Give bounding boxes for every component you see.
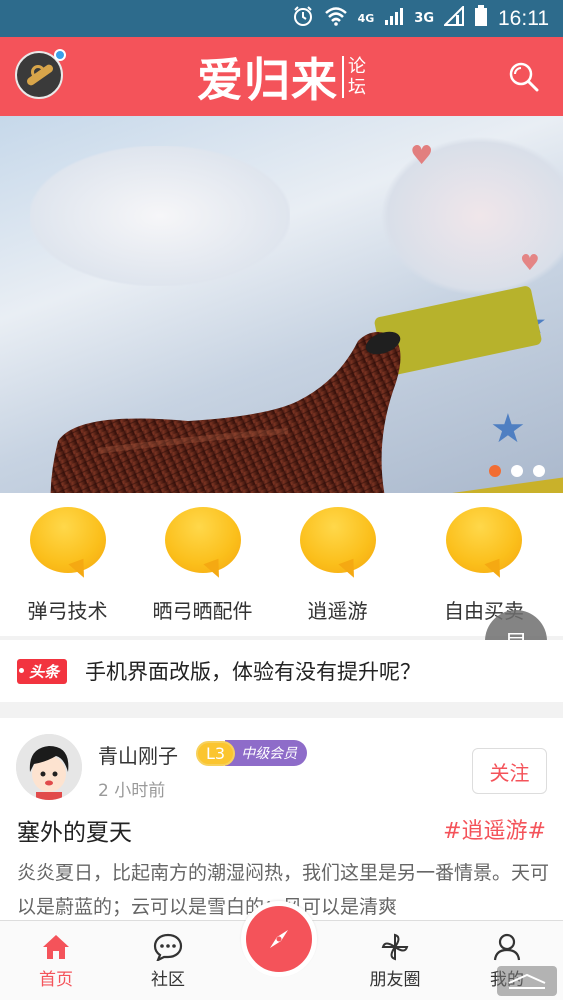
category-label: 弹弓技术 [27, 599, 108, 623]
brand-subtitle: 论 坛 [342, 55, 366, 98]
star-pattern: ★ [490, 406, 526, 452]
search-icon[interactable] [509, 62, 539, 92]
level-label: L3 [196, 740, 236, 766]
home-icon [43, 935, 69, 959]
signal-bars-icon [384, 6, 404, 31]
nav-label: 朋友圈 [369, 970, 421, 990]
pinwheel-icon [381, 933, 409, 961]
category-grid: 弹弓技术 晒弓晒配件 逍遥游 自由买卖 [0, 493, 563, 636]
chat-bubble-icon [29, 507, 107, 585]
nav-community[interactable]: 社区 [112, 921, 224, 1000]
chat-icon [153, 933, 183, 961]
nav-friends[interactable]: 朋友圈 [339, 921, 451, 1000]
follow-button[interactable]: 关注 [472, 748, 547, 794]
notification-dot [54, 49, 66, 61]
level-badge: L3 中级会员 [196, 740, 308, 766]
category-item-travel[interactable]: 逍遥游 [270, 493, 405, 636]
avatar[interactable] [16, 734, 82, 800]
3g-signal-icon: 3G [414, 11, 434, 26]
post-card[interactable]: 青山刚子 L3 中级会员 2 小时前 关注 塞外的夏天 #逍遥游# 炎炎夏日，比… [0, 718, 563, 928]
bottom-nav: 首页 社区 朋友圈 我的 [0, 901, 563, 1000]
chat-bubble-icon [299, 507, 377, 585]
battery-icon [474, 5, 488, 32]
category-label: 逍遥游 [307, 599, 368, 623]
carousel-dot-3[interactable] [533, 465, 545, 477]
post-title[interactable]: 塞外的夏天 [17, 813, 132, 847]
post-time: 2 小时前 [98, 781, 166, 801]
nav-label: 社区 [151, 970, 185, 990]
alarm-icon [292, 5, 314, 32]
category-label: 晒弓晒配件 [152, 599, 253, 623]
nav-label: 首页 [39, 970, 73, 990]
post-username[interactable]: 青山刚子 [98, 740, 178, 769]
chevron-up-icon [508, 973, 546, 989]
nav-home[interactable]: 首页 [0, 921, 112, 1000]
category-item-show-gear[interactable]: 晒弓晒配件 [135, 493, 270, 636]
compass-button[interactable] [241, 901, 317, 977]
scroll-to-top-button[interactable] [497, 966, 557, 996]
post-topic-tag[interactable]: #逍遥游# [443, 813, 546, 845]
app-bar: 爱归来 论 坛 [0, 37, 563, 116]
category-item-slingshot-tech[interactable]: 弹弓技术 [0, 493, 135, 636]
person-icon [493, 933, 521, 961]
banner-carousel[interactable]: ★ ★ ♥ ♥ [0, 116, 563, 493]
carousel-dot-2[interactable] [511, 465, 523, 477]
category-item-marketplace[interactable]: 自由买卖 [405, 493, 563, 636]
banner-slingshot-image [50, 331, 401, 493]
headline-tag: 头条 [17, 658, 68, 684]
compass-icon [270, 930, 288, 948]
chat-bubble-icon [164, 507, 242, 585]
carousel-indicator[interactable] [489, 465, 545, 477]
carousel-dot-1[interactable] [489, 465, 501, 477]
headline-text[interactable]: 手机界面改版，体验有没有提升呢？ [85, 656, 421, 686]
headline-bar[interactable]: 头条 手机界面改版，体验有没有提升呢？ [0, 640, 563, 702]
clock: 16:11 [498, 6, 549, 30]
brand-logo: 爱归来 论 坛 [197, 44, 366, 110]
status-bar: 4G 3G 16:11 [0, 0, 563, 37]
nav-discover[interactable] [224, 901, 339, 1000]
rank-label: 中级会员 [225, 740, 308, 766]
brand-title: 爱归来 [197, 52, 338, 107]
4g-signal-icon: 4G [357, 11, 375, 25]
wifi-icon [324, 6, 348, 31]
chat-bubble-icon [445, 507, 523, 585]
signal-bars-icon-2 [442, 4, 464, 31]
